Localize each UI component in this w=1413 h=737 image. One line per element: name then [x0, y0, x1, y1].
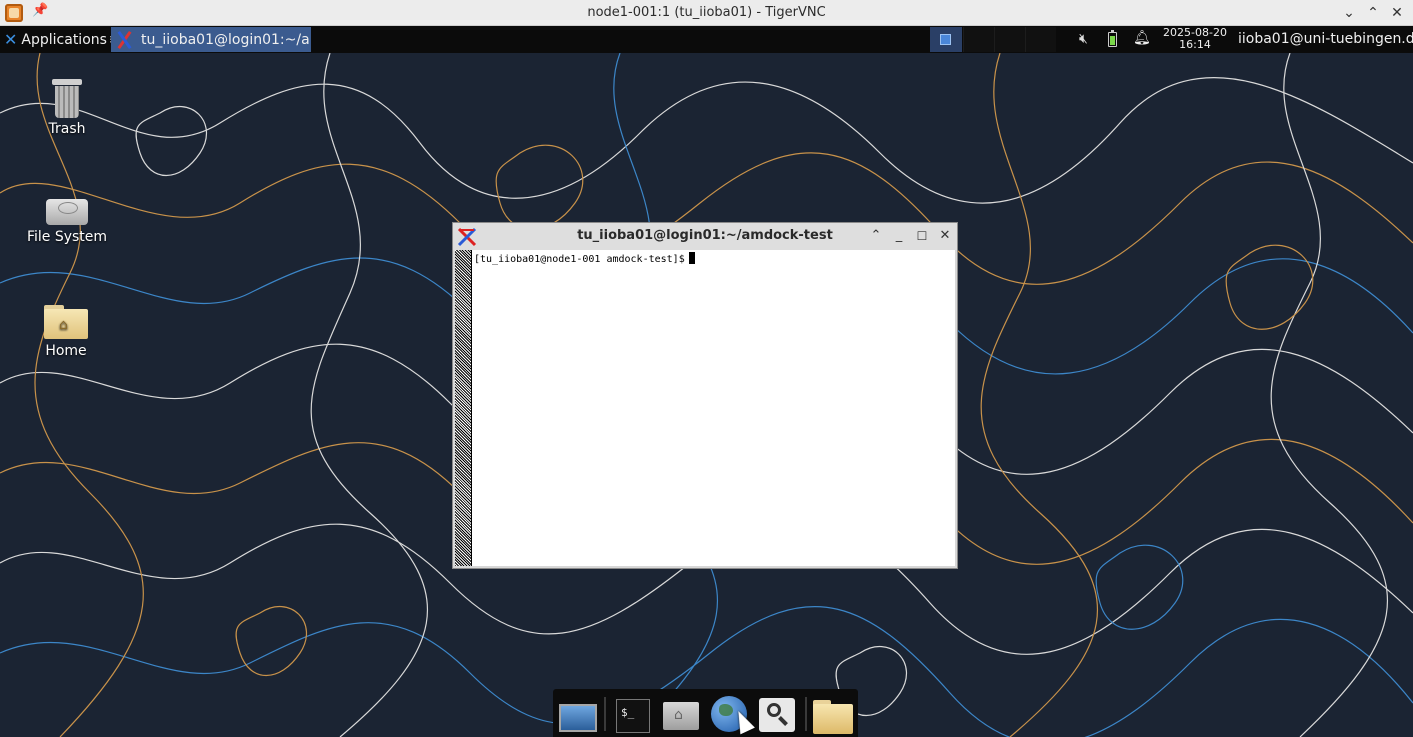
dock-home-folder[interactable]: ⌂: [659, 694, 703, 734]
battery-icon[interactable]: [1108, 30, 1117, 47]
volume-muted-icon[interactable]: 🔇︎: [1079, 31, 1088, 47]
desktop-icon-label: Trash: [48, 121, 86, 137]
close-icon[interactable]: ✕: [936, 227, 954, 245]
close-icon[interactable]: ✕: [1387, 3, 1407, 23]
show-desktop-icon: [559, 704, 597, 732]
xfce-logo-icon: ✕: [4, 30, 18, 49]
clock-time: 16:14: [1179, 38, 1211, 51]
applications-menu-button[interactable]: ✕ Applications ⁝: [0, 26, 116, 53]
dock-separator: [805, 697, 807, 731]
xterm-icon: [115, 31, 133, 49]
taskbar-item-label: tu_iioba01@login01:~/a...: [141, 31, 311, 48]
terminal-scrollbar[interactable]: [455, 250, 472, 566]
terminal-window[interactable]: tu_iioba01@login01:~/amdock-test ⌃ _ ☐ ✕…: [452, 222, 958, 569]
top-panel: ✕ Applications ⁝ tu_iioba01@login01:~/a.…: [0, 26, 1413, 53]
notification-bell-icon[interactable]: 🔔︎: [1133, 30, 1151, 46]
terminal-titlebar[interactable]: tu_iioba01@login01:~/amdock-test ⌃ _ ☐ ✕: [453, 223, 957, 250]
dock-show-desktop[interactable]: [557, 694, 601, 734]
home-folder-icon: ⌂: [43, 301, 89, 341]
user-menu[interactable]: iioba01@uni-tuebingen.de: [1238, 31, 1413, 47]
desktop-icon-trash[interactable]: Trash: [12, 77, 122, 137]
desktop-icon-file-system[interactable]: File System: [12, 193, 122, 245]
workspace-3[interactable]: [994, 27, 1025, 52]
dock-file-manager[interactable]: [811, 694, 855, 734]
terminal-prompt: [tu_iioba01@node1-001 amdock-test]$: [474, 254, 685, 265]
vnc-window-title: node1-001:1 (tu_iioba01) - TigerVNC: [587, 5, 826, 20]
minimize-icon[interactable]: _: [890, 227, 908, 245]
taskbar-item-terminal[interactable]: tu_iioba01@login01:~/a...: [111, 27, 311, 52]
workspace-4[interactable]: [1025, 27, 1056, 52]
terminal-body[interactable]: [tu_iioba01@node1-001 amdock-test]$: [455, 250, 955, 566]
maximize-icon[interactable]: ☐: [913, 227, 931, 245]
dock-app-finder[interactable]: [757, 694, 801, 734]
dock-terminal[interactable]: $_: [610, 694, 654, 734]
vnc-titlebar: 📌 node1-001:1 (tu_iioba01) - TigerVNC ⌄ …: [0, 0, 1413, 26]
terminal-prompt-line: [tu_iioba01@node1-001 amdock-test]$: [474, 252, 695, 265]
desktop-icon-home[interactable]: ⌂ Home: [11, 301, 121, 359]
dock: $_ ⌂: [553, 689, 858, 737]
house-icon: ⌂: [674, 707, 683, 723]
trash-icon: [50, 77, 84, 119]
folder-front-icon: [813, 704, 853, 734]
text-cursor: [688, 252, 695, 264]
shade-icon[interactable]: ⌃: [867, 227, 885, 245]
applications-label: Applications: [21, 31, 107, 48]
desktop-icon-label: Home: [45, 343, 87, 359]
maximize-icon[interactable]: ⌃: [1363, 3, 1383, 23]
dock-separator: [604, 697, 606, 731]
magnifier-lens-icon: [767, 703, 781, 717]
hard-drive-icon: [44, 193, 90, 227]
minimize-icon[interactable]: ⌄: [1339, 3, 1359, 23]
desktop-icon-label: File System: [26, 229, 108, 245]
terminal-icon: $_: [616, 699, 650, 733]
workspace-1[interactable]: [930, 27, 962, 52]
workspace-2[interactable]: [963, 27, 994, 52]
clock[interactable]: 2025-08-20 16:14: [1163, 27, 1227, 51]
dock-web-browser[interactable]: [709, 694, 755, 735]
